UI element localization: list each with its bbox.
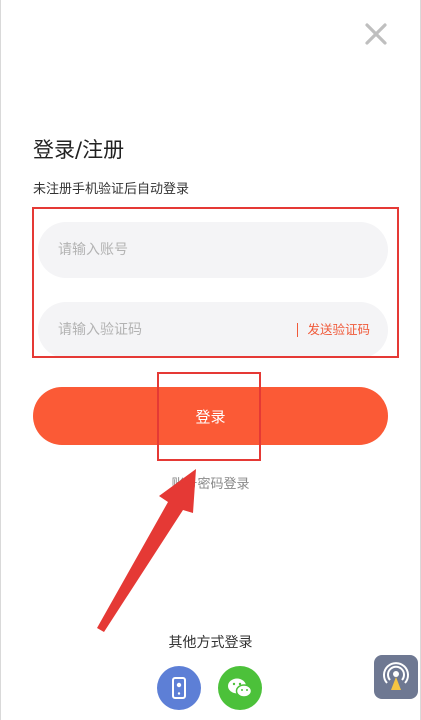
phone-icon [172,677,186,699]
account-input[interactable] [56,241,370,259]
page-subtitle: 未注册手机验证后自动登录 [33,182,190,197]
send-code-button[interactable]: 发送验证码 [297,323,370,337]
annotation-arrow [97,469,196,632]
password-login-link[interactable]: 账号密码登录 [0,473,421,492]
login-button[interactable]: 登录 [33,387,388,445]
phone-login-button[interactable] [157,666,201,710]
other-login-title: 其他方式登录 [168,635,253,651]
wechat-login-button[interactable] [218,666,262,710]
wechat-icon [228,678,253,698]
page-title: 登录/注册 [33,138,125,162]
left-border [0,0,1,720]
close-icon [365,23,387,45]
broadcast-icon [383,662,409,690]
code-field[interactable]: 发送验证码 [38,302,388,358]
account-field[interactable] [38,222,388,278]
close-button[interactable] [362,20,390,48]
floating-assistant-button[interactable] [374,655,418,699]
code-input[interactable] [56,321,298,339]
